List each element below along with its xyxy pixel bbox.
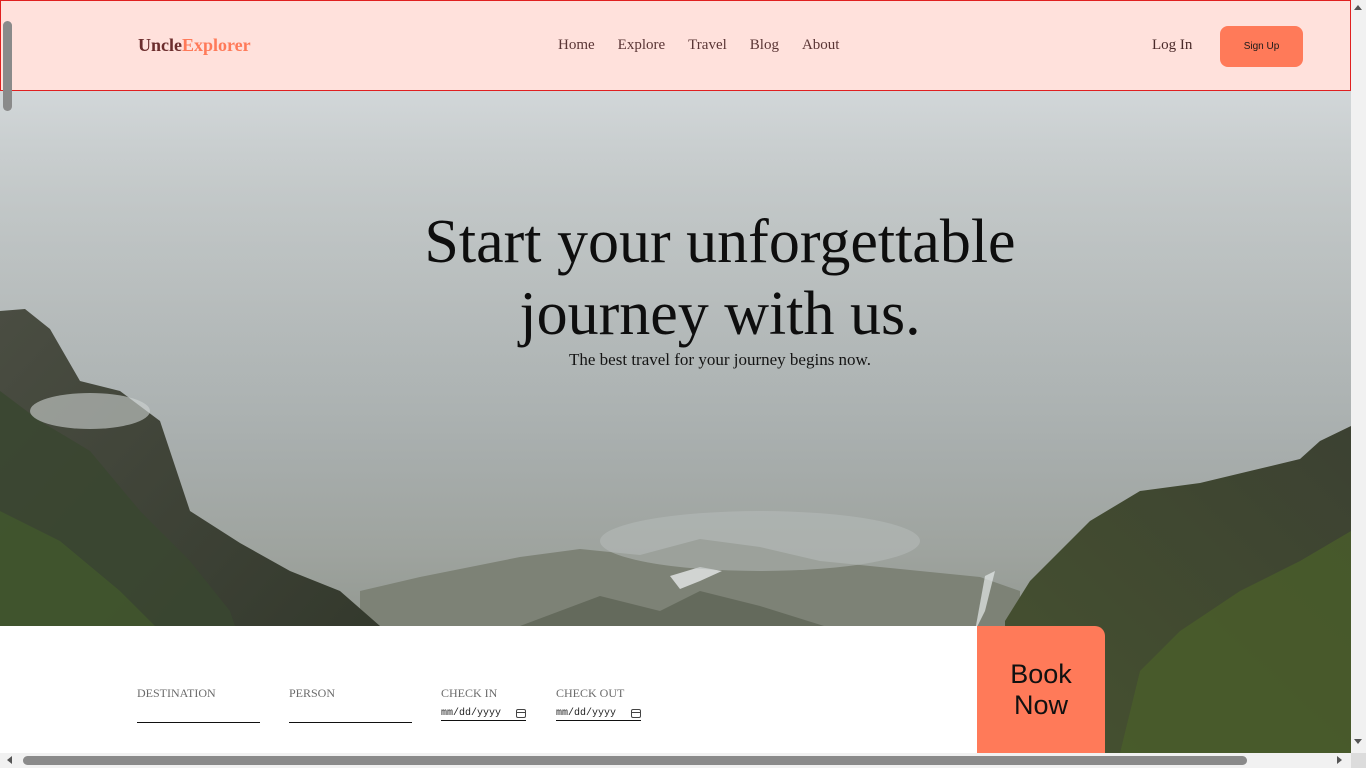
destination-input[interactable] [137,709,260,723]
checkout-date-input[interactable]: mm/dd/yyyy [556,707,641,721]
book-now-button[interactable]: Book Now [977,626,1105,753]
book-now-line1: Book [1010,658,1072,689]
destination-field: DESTINATION [137,686,260,725]
calendar-icon[interactable] [631,709,641,718]
site-header: UncleExplorer Home Explore Travel Blog A… [0,0,1351,91]
person-field: PERSON [289,686,412,725]
main-nav: Home Explore Travel Blog About [558,37,862,54]
checkout-field: CHECK OUT mm/dd/yyyy [556,686,641,721]
nav-explore[interactable]: Explore [618,37,665,54]
vertical-scroll-thumb[interactable] [3,21,12,111]
hero-title: Start your unforgettable journey with us… [424,208,1016,348]
person-label: PERSON [289,686,336,700]
scroll-up-arrow-icon[interactable] [1354,5,1362,10]
site-logo[interactable]: UncleExplorer [138,35,251,56]
nav-travel[interactable]: Travel [688,37,727,54]
destination-label: DESTINATION [137,686,216,700]
scroll-right-arrow-icon[interactable] [1337,756,1342,764]
calendar-icon[interactable] [516,709,526,718]
hero-subtitle: The best travel for your journey begins … [569,350,871,369]
signup-button[interactable]: Sign Up [1220,26,1303,67]
checkout-placeholder: mm/dd/yyyy [556,708,617,719]
scrollbar-corner [1351,753,1366,768]
nav-home[interactable]: Home [558,37,595,54]
nav-blog[interactable]: Blog [750,37,779,54]
nav-about[interactable]: About [802,37,840,54]
person-input[interactable] [289,709,412,723]
logo-part-uncle: Uncle [138,35,182,55]
logo-part-explorer: Explorer [182,35,251,55]
book-now-line2: Now [1013,689,1068,720]
booking-panel: DESTINATION PERSON CHECK IN mm/dd/yyyy C… [0,626,977,753]
scroll-down-arrow-icon[interactable] [1354,739,1362,744]
horizontal-scroll-thumb[interactable] [23,756,1247,765]
login-link[interactable]: Log In [1152,37,1192,54]
checkin-placeholder: mm/dd/yyyy [441,708,502,719]
vertical-scrollbar[interactable] [1351,0,1366,753]
checkin-label: CHECK IN [441,686,498,700]
scroll-left-arrow-icon[interactable] [7,756,12,764]
checkin-date-input[interactable]: mm/dd/yyyy [441,707,526,721]
checkin-field: CHECK IN mm/dd/yyyy [441,686,526,721]
checkout-label: CHECK OUT [556,686,625,700]
